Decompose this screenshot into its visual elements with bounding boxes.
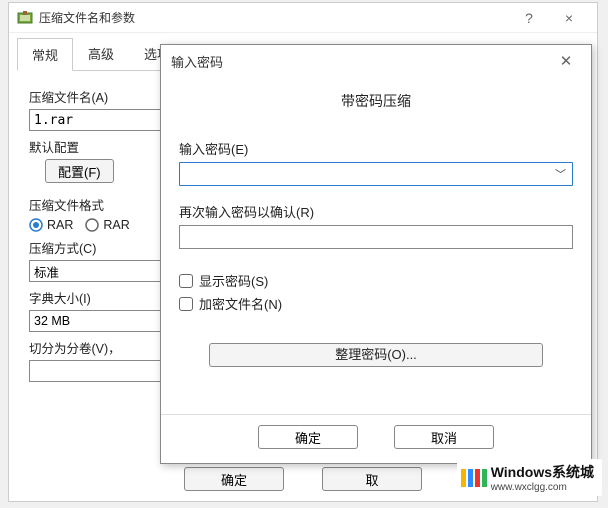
password-dialog: 输入密码 ✕ 带密码压缩 输入密码(E) ﹀ 再次输入密码以确认(R) 显示密码… (160, 44, 592, 464)
format-rar-radio[interactable]: RAR (29, 218, 73, 232)
password-footer: 确定 取消 (161, 414, 591, 463)
password-title-text: 输入密码 (171, 52, 223, 71)
watermark: Windows系统城 www.wxclgg.com (457, 459, 602, 496)
main-titlebar: 压缩文件名和参数 ? × (9, 3, 597, 33)
password-cancel-button[interactable]: 取消 (394, 425, 494, 449)
confirm-password-label: 再次输入密码以确认(R) (179, 202, 573, 221)
confirm-password-input[interactable] (179, 225, 573, 249)
format-rar4-radio[interactable]: RAR (85, 218, 129, 232)
checkbox-icon (179, 297, 193, 311)
watermark-text: Windows系统城 (491, 464, 594, 480)
watermark-logo-icon (461, 469, 487, 487)
password-heading: 带密码压缩 (179, 91, 573, 111)
password-titlebar: 输入密码 ✕ (161, 45, 591, 77)
tab-general[interactable]: 常规 (17, 38, 73, 71)
help-button[interactable]: ? (509, 10, 549, 26)
organize-passwords-button[interactable]: 整理密码(O)... (209, 343, 544, 367)
chevron-down-icon[interactable]: ﹀ (555, 166, 566, 182)
checkbox-icon (179, 274, 193, 288)
watermark-url: www.wxclgg.com (491, 482, 594, 493)
password-close-button[interactable]: ✕ (551, 52, 581, 70)
profile-button[interactable]: 配置(F) (45, 159, 114, 183)
encrypt-names-checkbox[interactable]: 加密文件名(N) (179, 294, 573, 313)
password-ok-button[interactable]: 确定 (258, 425, 358, 449)
main-ok-button[interactable]: 确定 (184, 467, 284, 491)
winrar-icon (17, 10, 33, 26)
enter-password-label: 输入密码(E) (179, 139, 573, 158)
tab-advanced[interactable]: 高级 (73, 37, 129, 70)
main-close-button[interactable]: × (549, 10, 589, 26)
main-title-text: 压缩文件名和参数 (39, 9, 135, 26)
main-cancel-button[interactable]: 取 (322, 467, 422, 491)
enter-password-input[interactable]: ﹀ (179, 162, 573, 186)
show-password-checkbox[interactable]: 显示密码(S) (179, 271, 573, 290)
